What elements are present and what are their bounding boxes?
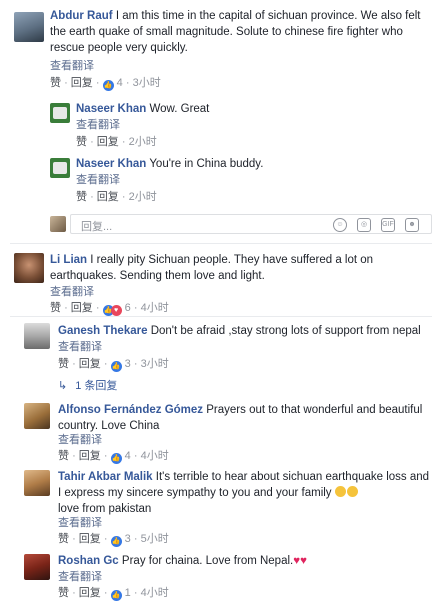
comment-text: Wow. Great (149, 103, 210, 115)
commenter-name[interactable]: Alfonso Fernández Gómez (58, 404, 203, 416)
reply-placeholder: 回复... (81, 221, 113, 233)
reply-link[interactable]: 回复 (79, 450, 101, 462)
thumbs-up-icon: 👍 (110, 453, 122, 464)
reply-link[interactable]: 回复 (97, 136, 119, 148)
comment-abdur-rauf: Abdur Rauf I am this time in the capital… (50, 8, 434, 56)
commenter-name[interactable]: Naseer Khan (76, 103, 146, 115)
thumbs-up-icon: 👍 (110, 590, 122, 601)
like-link[interactable]: 赞 (50, 77, 61, 89)
commenter-name[interactable]: Roshan Gc (58, 555, 119, 567)
reply-tahir-akbar-malik: Tahir Akbar Malik It's terrible to hear … (58, 469, 434, 517)
see-translation-link[interactable]: 查看翻译 (58, 570, 102, 584)
like-link[interactable]: 赞 (76, 136, 87, 148)
heart-emoji-icon: ♥♥ (293, 555, 307, 567)
see-translation-link[interactable]: 查看翻译 (58, 516, 102, 530)
comment-text-line2: love from pakistan (58, 503, 152, 515)
commenter-name[interactable]: Naseer Khan (76, 158, 146, 170)
like-link[interactable]: 赞 (58, 450, 69, 462)
camera-icon[interactable]: ◎ (357, 218, 371, 232)
divider (10, 316, 432, 317)
crying-face-icon (334, 486, 346, 497)
comment-actions: 赞 · 回复 · 👍 1 · 4小时 (58, 587, 169, 601)
reply-link[interactable]: 回复 (79, 358, 101, 370)
see-translation-link[interactable]: 查看翻译 (58, 340, 102, 354)
avatar-tahir-akbar-malik[interactable] (24, 470, 50, 496)
avatar-naseer-khan[interactable] (50, 103, 70, 123)
reply-link[interactable]: 回复 (79, 587, 101, 599)
comment-text: You're in China buddy. (149, 158, 264, 170)
like-count[interactable]: 1 (125, 587, 131, 599)
comment-li-lian: Li Lian I really pity Sichuan people. Th… (50, 252, 424, 284)
gif-icon[interactable]: GIF (381, 218, 395, 232)
reply-alfonso-fernandez-gomez: Alfonso Fernández Gómez Prayers out to t… (58, 402, 434, 434)
like-count[interactable]: 6 (125, 302, 131, 314)
see-translation-link[interactable]: 查看翻译 (58, 433, 102, 447)
see-translation-link[interactable]: 查看翻译 (76, 118, 120, 132)
thumbs-up-icon: 👍 (102, 80, 114, 91)
timestamp[interactable]: 4小时 (141, 450, 169, 462)
like-link[interactable]: 赞 (50, 302, 61, 314)
reply-count: 1 条回复 (75, 380, 118, 392)
comment-actions: 赞 · 回复 · 👍 3 · 5小时 (58, 533, 169, 547)
like-link[interactable]: 赞 (58, 358, 69, 370)
reply-link[interactable]: 回复 (79, 533, 101, 545)
like-link[interactable]: 赞 (58, 587, 69, 599)
timestamp[interactable]: 3小时 (141, 358, 169, 370)
commenter-name[interactable]: Li Lian (50, 254, 87, 266)
reply-link[interactable]: 回复 (71, 302, 93, 314)
comment-actions: 赞 · 回复 · 👍 4 · 3小时 (50, 77, 161, 91)
avatar-li-lian[interactable] (14, 253, 44, 283)
reply-naseer-khan: Naseer Khan Wow. Great (76, 101, 426, 117)
emoji-icon[interactable]: ☺ (333, 218, 347, 232)
commenter-name[interactable]: Tahir Akbar Malik (58, 471, 153, 483)
like-count[interactable]: 3 (125, 358, 131, 370)
reply-input[interactable]: 回复... ☺ ◎ GIF ☻ (70, 214, 432, 234)
like-link[interactable]: 赞 (76, 191, 87, 203)
comment-text: I really pity Sichuan people. They have … (50, 254, 374, 282)
avatar-roshan-gc[interactable] (24, 554, 50, 580)
reply-roshan-gc: Roshan Gc Pray for chaina. Love from Nep… (58, 553, 434, 569)
see-translation-link[interactable]: 查看翻译 (76, 173, 120, 187)
like-link[interactable]: 赞 (58, 533, 69, 545)
view-replies-link[interactable]: ↳ 1 条回复 (58, 377, 117, 393)
see-translation-link[interactable]: 查看翻译 (50, 59, 94, 73)
timestamp[interactable]: 3小时 (133, 77, 161, 89)
see-translation-link[interactable]: 查看翻译 (50, 285, 94, 299)
comment-actions: 赞 · 回复 · 👍 3 · 3小时 (58, 358, 169, 372)
divider (10, 243, 432, 244)
crying-face-icon (346, 486, 358, 497)
like-count[interactable]: 3 (125, 533, 131, 545)
comment-actions: 赞 · 回复 · 2小时 (76, 191, 157, 203)
reply-arrow-icon: ↳ (58, 380, 68, 392)
heart-icon: ♥ (110, 305, 122, 316)
avatar-ganesh-thekare[interactable] (24, 323, 50, 349)
sticker-icon[interactable]: ☻ (405, 218, 419, 232)
like-count[interactable]: 4 (117, 77, 123, 89)
reply-naseer-khan: Naseer Khan You're in China buddy. (76, 156, 426, 172)
avatar-alfonso-fernandez-gomez[interactable] (24, 403, 50, 429)
reply-ganesh-thekare: Ganesh Thekare Don't be afraid ,stay str… (58, 323, 434, 339)
comment-actions: 赞 · 回复 · 2小时 (76, 136, 157, 148)
current-user-avatar (50, 216, 66, 232)
thumbs-up-icon: 👍 (110, 536, 122, 547)
commenter-name[interactable]: Ganesh Thekare (58, 325, 147, 337)
timestamp[interactable]: 2小时 (129, 191, 157, 203)
commenter-name[interactable]: Abdur Rauf (50, 10, 113, 22)
avatar-naseer-khan[interactable] (50, 158, 70, 178)
reply-link[interactable]: 回复 (97, 191, 119, 203)
comment-actions: 赞 · 回复 · 👍 ♥ 6 · 4小时 (50, 302, 169, 316)
comment-actions: 赞 · 回复 · 👍 4 · 4小时 (58, 450, 169, 464)
timestamp[interactable]: 2小时 (129, 136, 157, 148)
timestamp[interactable]: 4小时 (141, 587, 169, 599)
thumbs-up-icon: 👍 (110, 361, 122, 372)
like-count[interactable]: 4 (125, 450, 131, 462)
avatar-abdur-rauf[interactable] (14, 12, 44, 42)
timestamp[interactable]: 5小时 (141, 533, 169, 545)
reply-link[interactable]: 回复 (71, 77, 93, 89)
timestamp[interactable]: 4小时 (141, 302, 169, 314)
comment-text: Don't be afraid ,stay strong lots of sup… (150, 325, 421, 337)
comment-text: Pray for chaina. Love from Nepal. (121, 555, 294, 567)
